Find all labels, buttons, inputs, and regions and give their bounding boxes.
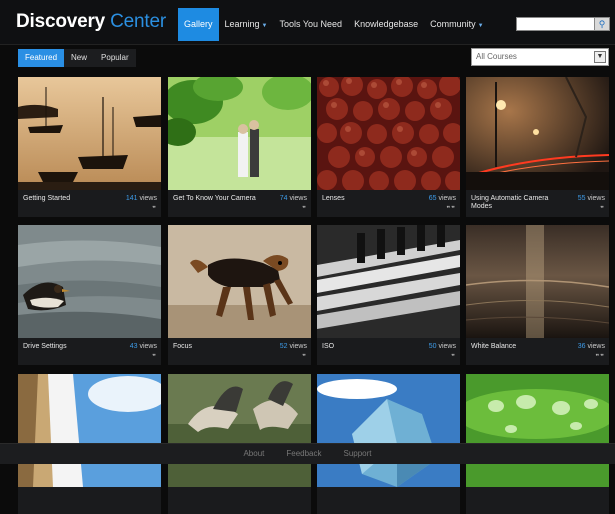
search-icon: ⚲ <box>598 19 606 29</box>
card-views: 43 views <box>129 343 157 350</box>
chevron-down-icon: ▼ <box>261 23 268 29</box>
comment-icon: ❞ <box>152 206 157 213</box>
gallery-card[interactable]: Getting Started 141 views ❞ <box>18 77 161 217</box>
tab-new[interactable]: New <box>64 49 94 67</box>
thumbnail-wedding-leaves <box>168 77 311 190</box>
thumbnail-night-road <box>466 77 609 190</box>
thumbnail-geese <box>168 374 311 487</box>
card-title: Drive Settings <box>23 343 67 350</box>
card-title: Getting Started <box>23 195 71 202</box>
thumbnail-sunset-sea <box>466 225 609 338</box>
logo-secondary-text: Center <box>110 11 166 32</box>
search-input[interactable] <box>517 18 599 30</box>
nav-learning[interactable]: Learning ▼ <box>219 8 274 41</box>
tab-featured[interactable]: Featured <box>18 49 65 67</box>
gallery-card[interactable]: White Balance 36 views ❞❞ <box>466 225 609 365</box>
chevron-down-icon: ▼ <box>477 23 484 29</box>
comment-icon: ❞ <box>302 354 307 361</box>
gallery-card[interactable]: Lenses 65 views ❞❞ <box>317 77 460 217</box>
nav-tools-you-need[interactable]: Tools You Need <box>274 8 349 41</box>
course-select[interactable]: All Courses ▼ <box>471 48 609 66</box>
gallery-card[interactable]: Using Automatic Camera Modes 55 views ❞ <box>466 77 609 217</box>
thumbnail-ice-rock <box>317 374 460 487</box>
thumbnail-running-dog <box>168 225 311 338</box>
nav-gallery[interactable]: Gallery <box>178 8 219 41</box>
footer-link-about[interactable]: About <box>243 444 264 464</box>
gallery-card[interactable]: ISO 50 views ❞ <box>317 225 460 365</box>
nav-community[interactable]: Community ▼ <box>424 8 489 41</box>
comment-icon: ❞ <box>302 206 307 213</box>
card-title: ISO <box>322 343 335 350</box>
thumbnail-waterfall-sky <box>18 374 161 487</box>
card-views: 36 views <box>577 343 605 350</box>
search-box: ⚲ <box>516 17 610 31</box>
card-views: 52 views <box>279 343 307 350</box>
card-views: 55 views <box>577 195 605 202</box>
card-title: Focus <box>173 343 193 350</box>
card-views: 50 views <box>428 343 456 350</box>
thumbnail-piano-keys <box>317 225 460 338</box>
comment-icon: ❞❞ <box>595 354 605 361</box>
card-views: 74 views <box>279 195 307 202</box>
comment-icon: ❞ <box>152 354 157 361</box>
gallery-card[interactable]: Get To Know Your Camera 74 views ❞ <box>168 77 311 217</box>
card-title: Using Automatic Camera Modes <box>471 195 549 210</box>
gallery-card[interactable]: Drive Settings 43 views ❞ <box>18 225 161 365</box>
course-select-value: All Courses <box>476 52 517 61</box>
comment-icon: ❞ <box>600 206 605 213</box>
comment-icon: ❞❞ <box>446 206 456 213</box>
comment-icon: ❞ <box>451 354 456 361</box>
card-views: 65 views <box>428 195 456 202</box>
footer-link-support[interactable]: Support <box>344 444 372 464</box>
thumbnail-water-drops <box>466 374 609 487</box>
card-title: Get To Know Your Camera <box>173 195 256 202</box>
thumbnail-chestnuts <box>317 77 460 190</box>
card-views: 141 views <box>125 195 157 202</box>
main-nav: Gallery Learning ▼ Tools You Need Knowled… <box>178 8 490 41</box>
tab-popular[interactable]: Popular <box>94 49 136 67</box>
card-title: White Balance <box>471 343 517 350</box>
chevron-down-icon: ▼ <box>594 51 606 63</box>
nav-knowledgebase[interactable]: Knowledgebase <box>348 8 424 41</box>
filter-tabs: Featured New Popular <box>18 49 136 67</box>
logo-primary-text: Discovery <box>16 11 106 32</box>
thumbnail-duck-water <box>18 225 161 338</box>
footer-bar: About Feedback Support <box>0 443 615 464</box>
search-button[interactable]: ⚲ <box>594 18 609 30</box>
header-bar: Discovery Center Gallery Learning ▼ Tools… <box>0 0 615 45</box>
site-logo[interactable]: Discovery Center <box>16 11 166 33</box>
thumbnail-harbor-sunset <box>18 77 161 190</box>
gallery-card[interactable]: Focus 52 views ❞ <box>168 225 311 365</box>
card-title: Lenses <box>322 195 345 202</box>
footer-link-feedback[interactable]: Feedback <box>286 444 321 464</box>
